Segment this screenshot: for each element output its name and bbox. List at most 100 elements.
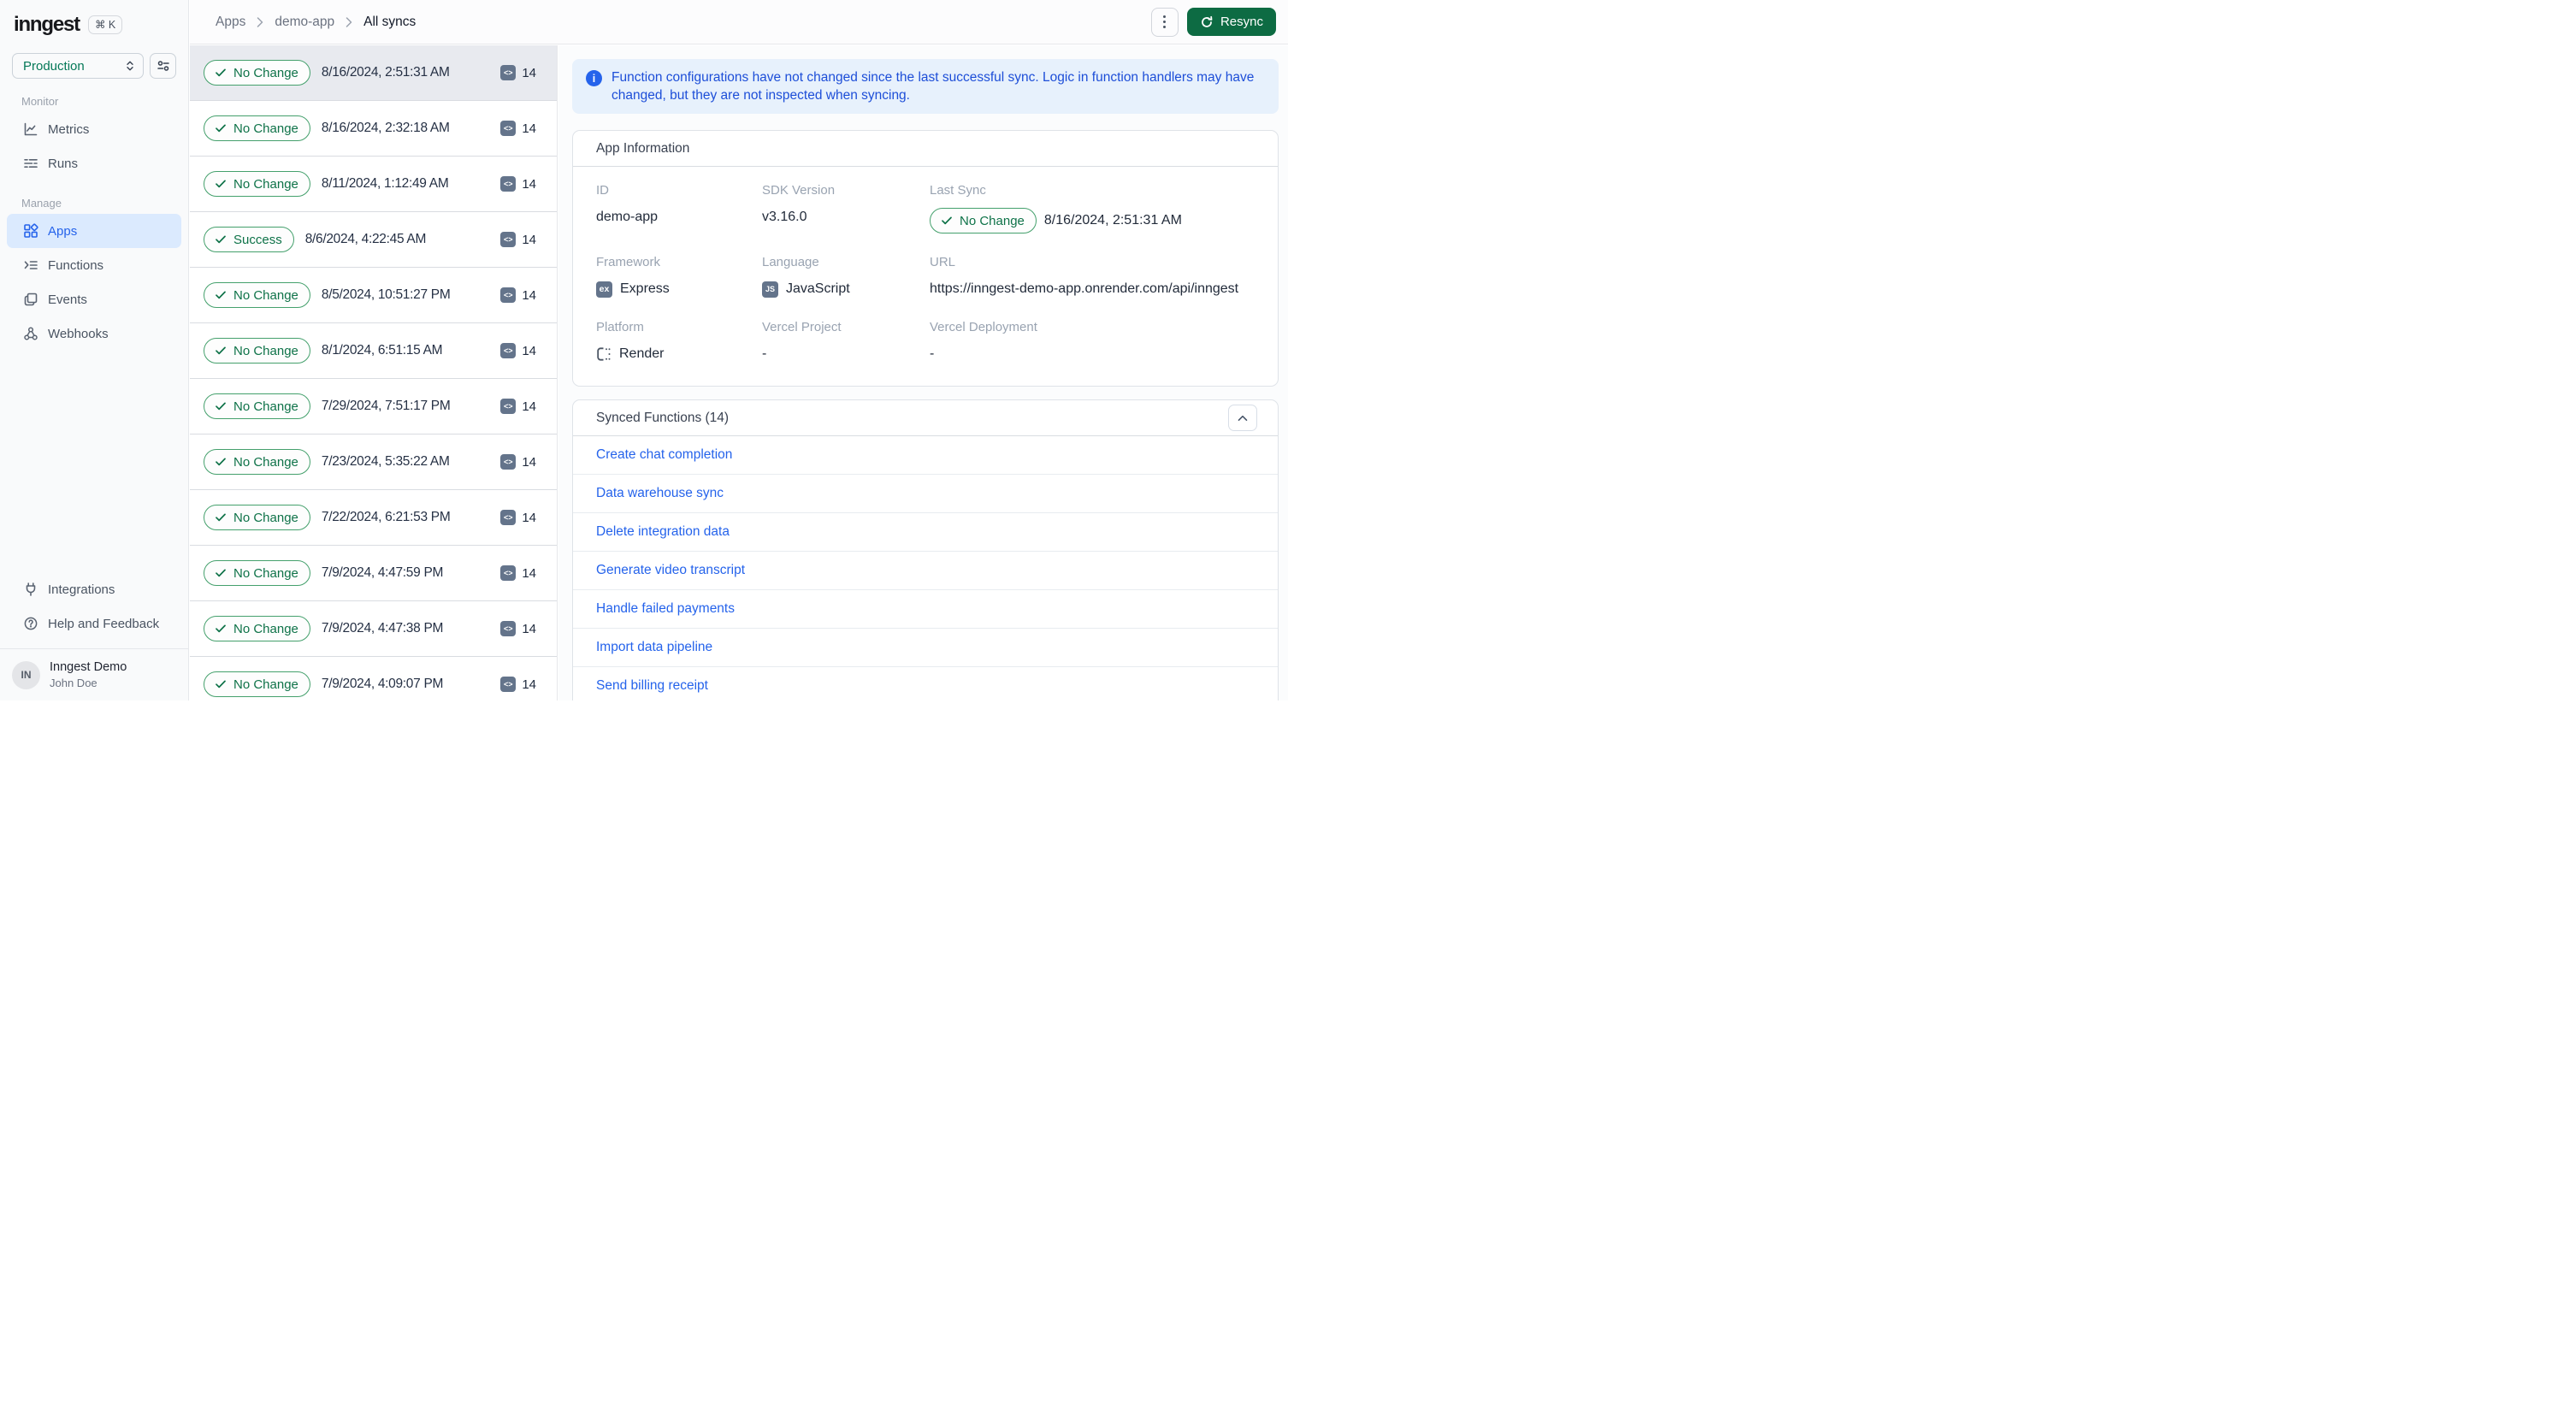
- field-label: Framework: [596, 255, 661, 269]
- breadcrumb-demo-app[interactable]: demo-app: [275, 15, 334, 30]
- logo-row: inngest ⌘ K: [0, 0, 188, 37]
- sync-list: No Change 8/16/2024, 2:51:31 AM <> 14 No …: [190, 45, 558, 700]
- sync-timestamp: 8/6/2024, 4:22:45 AM: [304, 232, 427, 246]
- field-label: Vercel Deployment: [930, 320, 1037, 334]
- status-badge: No Change: [204, 505, 310, 530]
- environment-settings-button[interactable]: [150, 53, 176, 79]
- runs-icon: [24, 159, 38, 168]
- sync-timestamp: 7/22/2024, 6:21:53 PM: [321, 510, 451, 524]
- function-link[interactable]: Import data pipeline: [573, 629, 1278, 667]
- field-vercel-project: Vercel Project -: [762, 320, 930, 364]
- sync-count-group: <> 14: [500, 510, 536, 525]
- sync-list-item[interactable]: No Change 7/9/2024, 4:09:07 PM <> 14: [190, 657, 557, 700]
- sync-list-item[interactable]: No Change 8/16/2024, 2:51:31 AM <> 14: [190, 45, 557, 101]
- function-link[interactable]: Handle failed payments: [573, 590, 1278, 629]
- sidebar-item-label: Apps: [48, 223, 78, 239]
- sync-list-item[interactable]: No Change 7/9/2024, 4:47:38 PM <> 14: [190, 601, 557, 657]
- sync-timestamp: 8/16/2024, 2:51:31 AM: [321, 65, 450, 80]
- status-badge: No Change: [204, 560, 310, 586]
- check-icon: [216, 458, 226, 466]
- info-icon: i: [586, 70, 602, 86]
- field-label: Language: [762, 255, 819, 269]
- last-sync-time: 8/16/2024, 2:51:31 AM: [1043, 213, 1182, 228]
- chevron-updown-icon: [127, 61, 133, 71]
- collapse-button[interactable]: [1228, 405, 1257, 431]
- section-monitor-label: Monitor: [21, 95, 59, 108]
- field-last-sync: Last Sync No Change 8/16/2024, 2:51:31 A…: [930, 183, 1255, 234]
- function-link[interactable]: Create chat completion: [573, 436, 1278, 475]
- sidebar-item-apps[interactable]: Apps: [7, 214, 181, 248]
- function-link[interactable]: Send billing receipt: [573, 667, 1278, 700]
- function-count: 14: [522, 65, 536, 80]
- field-value: No Change 8/16/2024, 2:51:31 AM: [930, 208, 1255, 234]
- check-icon: [216, 235, 226, 244]
- field-value: ex Express: [596, 280, 762, 299]
- sidebar-item-help[interactable]: Help and Feedback: [7, 606, 181, 641]
- sidebar-item-webhooks[interactable]: Webhooks: [7, 316, 181, 351]
- status-badge: No Change: [204, 338, 310, 364]
- field-url: URL https://inngest-demo-app.onrender.co…: [930, 255, 1255, 299]
- sidebar-item-integrations[interactable]: Integrations: [7, 572, 181, 606]
- sync-list-item[interactable]: No Change 7/29/2024, 7:51:17 PM <> 14: [190, 379, 557, 434]
- info-banner-text: Function configurations have not changed…: [612, 70, 1255, 103]
- breadcrumb-apps[interactable]: Apps: [216, 15, 245, 30]
- resync-button[interactable]: Resync: [1186, 8, 1276, 36]
- top-bar: Apps demo-app All syncs Resync: [190, 0, 1288, 44]
- function-link[interactable]: Delete integration data: [573, 513, 1278, 552]
- sync-timestamp: 7/29/2024, 7:51:17 PM: [321, 399, 451, 413]
- sync-count-group: <> 14: [500, 565, 536, 581]
- more-options-button[interactable]: [1150, 7, 1179, 37]
- apps-icon: [24, 223, 38, 238]
- sync-list-item[interactable]: No Change 7/9/2024, 4:47:59 PM <> 14: [190, 546, 557, 601]
- function-count: 14: [522, 121, 536, 136]
- environment-row: Production: [0, 53, 188, 79]
- sidebar-item-events[interactable]: Events: [7, 282, 181, 316]
- sidebar-item-runs[interactable]: Runs: [7, 146, 181, 180]
- profile-names: Inngest Demo John Doe: [50, 660, 127, 689]
- status-badge: No Change: [204, 60, 310, 86]
- sync-list-item[interactable]: No Change 8/16/2024, 2:32:18 AM <> 14: [190, 101, 557, 157]
- javascript-icon: JS: [762, 281, 778, 298]
- sidebar-item-label: Integrations: [48, 582, 115, 597]
- user-name: John Doe: [50, 677, 97, 689]
- sidebar-item-label: Webhooks: [48, 326, 109, 341]
- sync-list-item[interactable]: No Change 7/22/2024, 6:21:53 PM <> 14: [190, 490, 557, 546]
- status-badge: No Change: [204, 282, 310, 308]
- command-k-shortcut[interactable]: ⌘ K: [87, 15, 123, 34]
- check-icon: [216, 402, 226, 411]
- sync-list-item[interactable]: No Change 8/1/2024, 6:51:15 AM <> 14: [190, 323, 557, 379]
- sidebar-item-functions[interactable]: Functions: [7, 248, 181, 282]
- kebab-dot: [1163, 26, 1167, 28]
- field-value: https://inngest-demo-app.onrender.com/ap…: [930, 281, 1239, 296]
- profile-menu[interactable]: IN Inngest Demo John Doe: [0, 649, 188, 700]
- sidebar-item-metrics[interactable]: Metrics: [7, 112, 181, 146]
- org-name: Inngest Demo: [50, 660, 127, 674]
- sidebar: inngest ⌘ K Production Monitor Metrics R…: [0, 0, 189, 700]
- sync-list-item[interactable]: Success 8/6/2024, 4:22:45 AM <> 14: [190, 212, 557, 268]
- chevron-right-icon: [346, 16, 352, 27]
- sidebar-item-label: Events: [48, 292, 87, 307]
- sync-list-item[interactable]: No Change 8/5/2024, 10:51:27 PM <> 14: [190, 268, 557, 323]
- sync-list-item[interactable]: No Change 7/23/2024, 5:35:22 AM <> 14: [190, 434, 557, 490]
- sync-timestamp: 7/9/2024, 4:47:59 PM: [321, 565, 444, 580]
- status-badge: No Change: [204, 449, 310, 475]
- status-badge: No Change: [930, 208, 1037, 234]
- field-vercel-deployment: Vercel Deployment -: [930, 320, 1255, 364]
- function-count: 14: [522, 565, 536, 581]
- sync-timestamp: 8/5/2024, 10:51:27 PM: [321, 287, 451, 302]
- function-count: 14: [522, 621, 536, 636]
- function-count: 14: [522, 677, 536, 692]
- check-icon: [216, 513, 226, 522]
- check-icon: [216, 291, 226, 299]
- app-information-card: App Information ID demo-app SDK Version …: [572, 130, 1279, 387]
- sync-list-item[interactable]: No Change 8/11/2024, 1:12:49 AM <> 14: [190, 157, 557, 212]
- environment-label: Production: [23, 58, 85, 74]
- function-link[interactable]: Data warehouse sync: [573, 475, 1278, 513]
- express-icon: ex: [596, 281, 612, 298]
- sliders-icon: [157, 61, 169, 71]
- field-framework: Framework ex Express: [596, 255, 762, 299]
- environment-selector[interactable]: Production: [12, 53, 144, 79]
- code-icon: <>: [500, 454, 517, 470]
- function-link[interactable]: Generate video transcript: [573, 552, 1278, 590]
- function-count: 14: [522, 343, 536, 358]
